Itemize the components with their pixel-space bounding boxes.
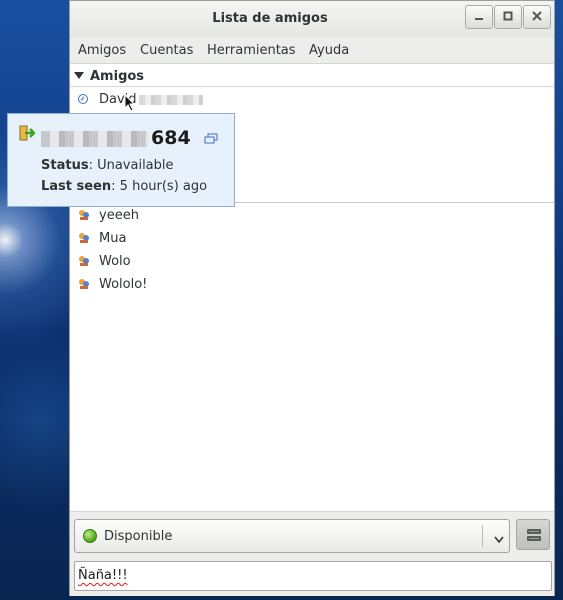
available-status-icon bbox=[83, 529, 97, 543]
status-message-text: Ñaña!!! bbox=[78, 568, 128, 583]
redacted-text bbox=[41, 130, 149, 147]
menu-bar: Amigos Cuentas Herramientas Ayuda bbox=[70, 37, 554, 64]
menu-amigos[interactable]: Amigos bbox=[78, 43, 126, 58]
menu-ayuda[interactable]: Ayuda bbox=[309, 43, 349, 58]
storage-icon bbox=[526, 528, 542, 546]
redacted-text bbox=[138, 94, 203, 105]
window-title: Lista de amigos bbox=[212, 11, 328, 26]
buddy-row[interactable]: Mua bbox=[70, 228, 554, 250]
buddy-name: Wolo bbox=[99, 254, 131, 269]
minimize-button[interactable] bbox=[465, 5, 493, 29]
buddy-name: Mua bbox=[99, 231, 127, 246]
buddy-row[interactable]: Wolo bbox=[70, 251, 554, 273]
buddy-name: David bbox=[99, 92, 203, 107]
expander-arrow-icon[interactable] bbox=[74, 72, 84, 79]
group-label: Amigos bbox=[90, 69, 145, 84]
mouse-pointer-icon bbox=[124, 93, 136, 112]
buddy-row-david[interactable]: David bbox=[70, 89, 554, 111]
status-selector[interactable]: Disponible bbox=[74, 519, 510, 553]
group-chat-icon bbox=[78, 255, 90, 267]
buddy-list-window: Lista de amigos Amigos Cuentas Herramien… bbox=[69, 0, 555, 596]
combo-divider bbox=[482, 525, 483, 547]
buddy-name: yeeeh bbox=[99, 208, 139, 223]
group-chat-icon bbox=[78, 232, 90, 244]
group-chat-icon bbox=[78, 278, 90, 290]
buddy-tooltip: 684 Status: Unavailable Last seen: 5 hou… bbox=[7, 113, 235, 207]
title-bar[interactable]: Lista de amigos bbox=[70, 1, 554, 37]
group-header-amigos[interactable]: Amigos bbox=[70, 66, 554, 87]
clock-icon bbox=[78, 94, 88, 104]
status-options-button[interactable] bbox=[516, 519, 550, 550]
tooltip-last-seen-row: Last seen: 5 hour(s) ago bbox=[41, 179, 208, 194]
status-area: Disponible Ñaña!!! bbox=[70, 511, 554, 596]
maximize-icon bbox=[503, 10, 513, 24]
buddy-row[interactable]: Wololo! bbox=[70, 274, 554, 296]
minimize-icon bbox=[474, 10, 484, 24]
menu-cuentas[interactable]: Cuentas bbox=[140, 43, 193, 58]
chevron-down-icon[interactable] bbox=[494, 533, 504, 544]
group-chat-icon bbox=[78, 209, 90, 221]
tooltip-status-row: Status: Unavailable bbox=[41, 158, 174, 173]
login-arrow-icon bbox=[19, 125, 36, 141]
buddy-name: Wololo! bbox=[99, 277, 148, 292]
buddy-row[interactable]: yeeeh bbox=[70, 205, 554, 227]
window-controls bbox=[465, 5, 551, 29]
status-message-input[interactable]: Ñaña!!! bbox=[74, 561, 552, 591]
status-label: Disponible bbox=[104, 529, 173, 544]
tooltip-buddy-name: 684 bbox=[41, 127, 191, 149]
close-button[interactable] bbox=[523, 5, 551, 29]
menu-herramientas[interactable]: Herramientas bbox=[207, 43, 296, 58]
close-icon bbox=[532, 10, 542, 24]
chat-bubble-icon bbox=[204, 133, 218, 145]
maximize-button[interactable] bbox=[494, 5, 522, 29]
